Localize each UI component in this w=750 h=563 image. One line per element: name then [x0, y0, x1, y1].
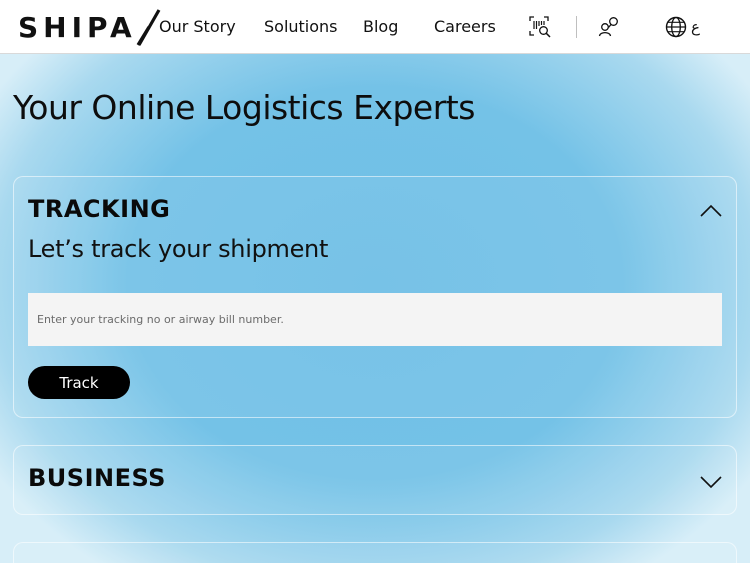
nav-solutions[interactable]: Solutions — [264, 17, 338, 36]
chevron-up-icon[interactable] — [700, 203, 722, 222]
tracking-panel: TRACKING Let’s track your shipment Track — [13, 176, 737, 418]
track-button[interactable]: Track — [28, 366, 130, 399]
tracking-heading[interactable]: TRACKING — [28, 195, 170, 223]
globe-icon[interactable] — [665, 16, 687, 42]
chevron-down-icon[interactable] — [700, 474, 722, 493]
shipa-logo[interactable]: SHIPA — [18, 8, 163, 46]
nav-blog[interactable]: Blog — [363, 17, 398, 36]
header-divider — [576, 16, 577, 38]
nav-careers[interactable]: Careers — [434, 17, 496, 36]
page-title: Your Online Logistics Experts — [13, 88, 475, 127]
user-search-icon[interactable] — [598, 16, 620, 42]
top-nav-bar: SHIPA Our Story Solutions Blog Careers ع — [0, 0, 750, 54]
nav-our-story[interactable]: Our Story — [159, 17, 236, 36]
language-switch-arabic[interactable]: ع — [691, 18, 700, 36]
barcode-search-icon[interactable] — [529, 16, 551, 42]
business-panel: BUSINESS — [13, 445, 737, 515]
tracking-subtitle: Let’s track your shipment — [28, 235, 329, 263]
business-heading[interactable]: BUSINESS — [28, 464, 166, 492]
logo-text: SHIPA — [18, 10, 137, 44]
tracking-number-input[interactable] — [28, 293, 722, 346]
next-panel-partial — [13, 542, 737, 563]
